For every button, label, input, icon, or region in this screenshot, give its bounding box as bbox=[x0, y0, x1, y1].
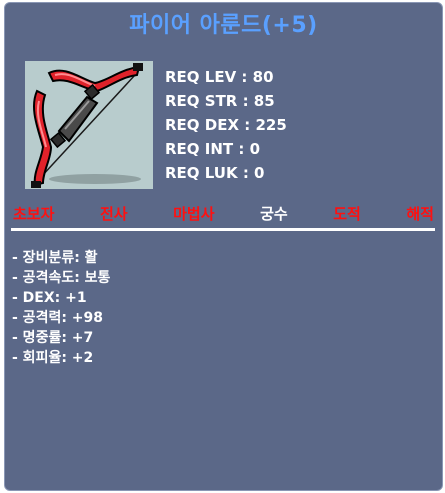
req-level: REQ LEV : 80 bbox=[165, 68, 274, 86]
divider bbox=[11, 228, 435, 231]
stat-dex: - DEX: +1 bbox=[12, 290, 87, 306]
job-warrior: 전사 bbox=[99, 205, 128, 223]
job-magician: 마법사 bbox=[173, 205, 215, 223]
job-thief: 도적 bbox=[333, 205, 361, 223]
stat-attack-speed: - 공격속도: 보통 bbox=[12, 270, 111, 286]
req-int: REQ INT : 0 bbox=[165, 140, 261, 158]
stat-equip-type: - 장비분류: 활 bbox=[12, 250, 98, 266]
stat-avoidability: - 회피율: +2 bbox=[12, 350, 94, 366]
job-beginner: 초보자 bbox=[13, 205, 55, 223]
req-luk: REQ LUK : 0 bbox=[165, 164, 265, 182]
requirements-list: REQ LEV : 80 REQ STR : 85 REQ DEX : 225 … bbox=[165, 65, 287, 185]
stats-list: - 장비분류: 활 - 공격속도: 보통 - DEX: +1 - 공격력: +9… bbox=[12, 248, 110, 368]
stat-attack: - 공격력: +98 bbox=[12, 310, 104, 326]
item-icon-frame bbox=[25, 61, 153, 189]
red-bow-icon bbox=[31, 63, 143, 188]
job-list: 초보자 전사 마법사 궁수 도적 해적 bbox=[5, 203, 442, 224]
req-str: REQ STR : 85 bbox=[165, 92, 275, 110]
req-dex: REQ DEX : 225 bbox=[165, 116, 287, 134]
stat-accuracy: - 명중률: +7 bbox=[12, 330, 94, 346]
job-pirate: 해적 bbox=[406, 205, 434, 223]
job-bowman: 궁수 bbox=[260, 205, 288, 223]
item-tooltip: 파이어 아룬드(+5) REQ LEV : 80 REQ STR : 85 RE… bbox=[4, 2, 443, 491]
item-name: 파이어 아룬드(+5) bbox=[129, 13, 318, 38]
